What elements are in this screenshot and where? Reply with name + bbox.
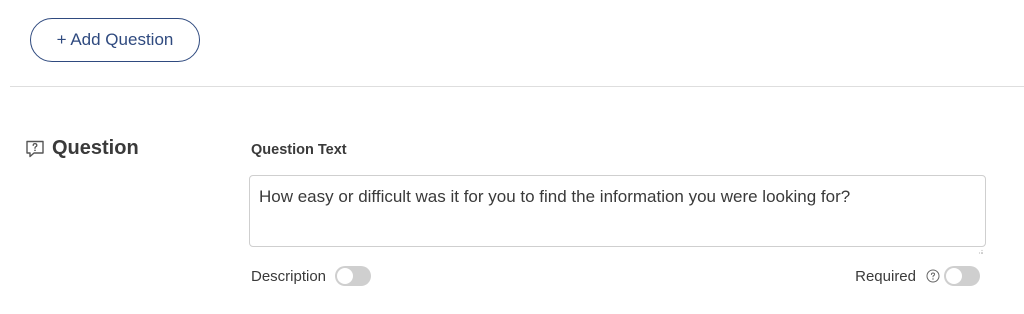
section-title: Question	[52, 137, 139, 159]
description-toggle[interactable]	[335, 266, 372, 286]
add-question-button[interactable]: + Add Question	[30, 18, 200, 62]
toggle-knob	[337, 268, 354, 284]
question-section-header: Question	[24, 137, 139, 160]
section-divider	[10, 86, 1024, 87]
question-text-label: Question Text	[251, 142, 347, 158]
required-label: Required	[855, 267, 916, 285]
description-toggle-row: Description	[251, 266, 372, 286]
question-bubble-icon	[24, 138, 46, 160]
required-toggle-row: Required	[855, 266, 980, 286]
question-text-value: How easy or difficult was it for you to …	[259, 187, 851, 206]
toggle-knob	[946, 268, 962, 284]
description-label: Description	[251, 267, 327, 285]
resize-handle-icon[interactable]	[977, 238, 983, 254]
required-toggle[interactable]	[944, 266, 980, 286]
question-text-input[interactable]: How easy or difficult was it for you to …	[249, 175, 986, 254]
help-circle-icon[interactable]	[926, 269, 940, 283]
